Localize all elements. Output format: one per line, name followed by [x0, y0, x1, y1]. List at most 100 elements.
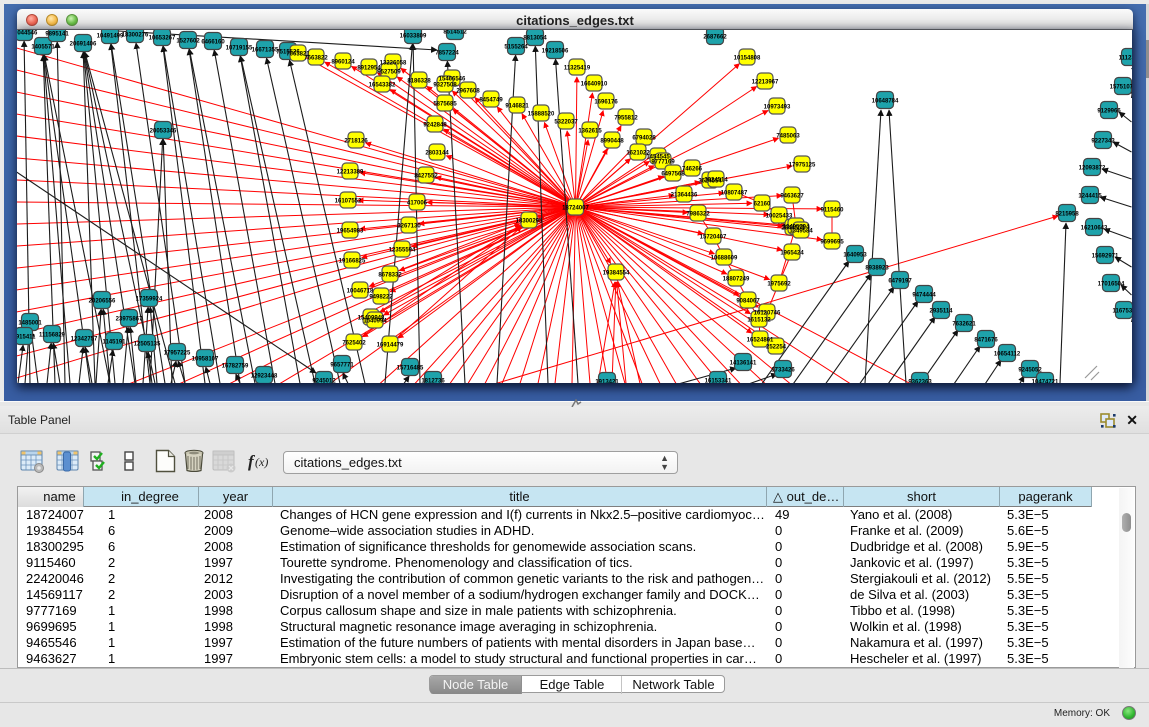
- svg-text:12213967: 12213967: [752, 80, 779, 86]
- svg-text:10719155: 10719155: [226, 46, 253, 52]
- svg-text:2687662: 2687662: [703, 35, 727, 41]
- svg-text:9084067: 9084067: [736, 299, 760, 305]
- svg-text:10474721: 10474721: [1032, 380, 1059, 384]
- svg-text:9245052: 9245052: [1018, 368, 1042, 374]
- svg-text:2803144: 2803144: [425, 151, 449, 157]
- svg-text:16153341: 16153341: [705, 379, 732, 384]
- svg-text:16120746: 16120746: [754, 311, 781, 317]
- svg-text:17016504: 17016504: [1098, 282, 1125, 288]
- svg-text:8215958: 8215958: [1055, 212, 1079, 218]
- svg-text:9115460: 9115460: [820, 208, 844, 214]
- svg-text:9227343: 9227343: [1091, 139, 1115, 145]
- svg-text:9327508: 9327508: [433, 83, 457, 89]
- svg-text:10688609: 10688609: [711, 256, 738, 262]
- svg-text:8454749: 8454749: [479, 98, 503, 104]
- svg-text:10807487: 10807487: [721, 191, 748, 197]
- svg-text:9474444: 9474444: [912, 293, 936, 299]
- svg-text:3915411: 3915411: [17, 335, 36, 341]
- svg-text:18807249: 18807249: [723, 277, 750, 283]
- svg-text:1640953: 1640953: [843, 253, 867, 259]
- svg-text:16210643: 16210643: [1081, 226, 1108, 232]
- svg-text:16044546: 16044546: [17, 31, 38, 37]
- svg-text:16914479: 16914479: [377, 343, 404, 349]
- svg-text:7955812: 7955812: [614, 116, 638, 122]
- svg-text:9498222: 9498222: [369, 295, 393, 301]
- svg-text:13226058: 13226058: [380, 61, 407, 67]
- svg-text:10025433: 10025433: [766, 214, 793, 220]
- svg-text:1812736: 1812736: [421, 379, 445, 384]
- svg-text:6466160: 6466160: [201, 40, 225, 46]
- svg-text:18300276: 18300276: [122, 33, 149, 39]
- svg-text:8186328: 8186328: [407, 79, 431, 85]
- svg-text:20053346: 20053346: [150, 129, 177, 135]
- svg-text:17975125: 17975125: [789, 163, 816, 169]
- svg-text:11325419: 11325419: [564, 66, 591, 72]
- svg-text:21364436: 21364436: [671, 193, 698, 199]
- svg-text:1485001: 1485001: [18, 321, 42, 327]
- svg-text:7663822: 7663822: [304, 56, 328, 62]
- svg-text:8813054: 8813054: [523, 36, 547, 42]
- svg-text:1733426: 1733426: [771, 368, 795, 374]
- svg-text:18300295: 18300295: [516, 219, 543, 225]
- svg-text:16033809: 16033809: [400, 34, 427, 40]
- svg-text:10648784: 10648784: [872, 99, 899, 105]
- svg-text:2718126: 2718126: [344, 139, 368, 145]
- svg-text:1696176: 1696176: [594, 100, 618, 106]
- svg-text:15716485: 15716485: [397, 366, 424, 372]
- svg-text:7625402: 7625402: [342, 341, 366, 347]
- svg-text:2935114: 2935114: [929, 309, 953, 315]
- svg-text:16543382: 16543382: [369, 83, 396, 89]
- svg-text:3267130: 3267130: [397, 224, 421, 230]
- svg-text:1965424: 1965424: [780, 251, 804, 257]
- svg-text:1405571: 1405571: [31, 45, 55, 51]
- svg-text:20691406: 20691406: [70, 42, 97, 48]
- svg-text:8471676: 8471676: [974, 338, 998, 344]
- svg-text:23975867: 23975867: [116, 317, 143, 323]
- svg-text:417006: 417006: [407, 201, 428, 207]
- svg-text:17957225: 17957225: [164, 351, 191, 357]
- svg-text:9242848: 9242848: [423, 123, 447, 129]
- svg-text:20206556: 20206556: [89, 299, 116, 305]
- svg-text:11156829: 11156829: [39, 333, 66, 339]
- svg-text:9527509: 9527509: [377, 70, 401, 76]
- svg-text:1167534: 1167534: [1112, 309, 1132, 315]
- svg-text:8427552: 8427552: [414, 174, 438, 180]
- svg-text:19218506: 19218506: [542, 49, 569, 55]
- svg-text:10154808: 10154808: [734, 56, 761, 62]
- svg-text:3624514: 3624514: [704, 178, 728, 184]
- svg-text:9463627: 9463627: [780, 194, 804, 200]
- svg-text:8938923: 8938923: [865, 266, 889, 272]
- svg-text:1615132: 1615132: [747, 318, 771, 324]
- svg-text:19384554: 19384554: [603, 271, 630, 277]
- svg-text:7485063: 7485063: [776, 134, 800, 140]
- svg-text:12342757: 12342757: [71, 337, 98, 343]
- svg-text:15888520: 15888520: [528, 112, 555, 118]
- svg-text:8514512: 8514512: [443, 30, 467, 36]
- svg-text:5322037: 5322037: [554, 120, 578, 126]
- svg-text:19166825: 19166825: [339, 259, 366, 265]
- svg-text:12093872: 12093872: [1079, 166, 1106, 172]
- svg-text:10653267: 10653267: [149, 36, 176, 42]
- svg-text:1145191: 1145191: [102, 340, 126, 346]
- svg-text:17359924: 17359924: [136, 297, 163, 303]
- svg-text:9699695: 9699695: [820, 240, 844, 246]
- svg-text:252254: 252254: [766, 345, 787, 351]
- svg-text:12213389: 12213389: [337, 170, 364, 176]
- svg-text:15692971: 15692971: [1092, 254, 1119, 260]
- svg-text:14136141: 14136141: [730, 361, 757, 367]
- svg-text:15720407: 15720407: [700, 235, 727, 241]
- svg-text:10654112: 10654112: [994, 352, 1021, 358]
- svg-text:9657771: 9657771: [330, 363, 354, 369]
- svg-text:9245012: 9245012: [312, 379, 336, 384]
- svg-text:16524861: 16524861: [747, 338, 774, 344]
- svg-text:15751074: 15751074: [1110, 85, 1132, 91]
- svg-text:7632621: 7632621: [952, 322, 976, 328]
- svg-text:8990448: 8990448: [600, 139, 624, 145]
- svg-text:9129966: 9129966: [1097, 109, 1121, 115]
- svg-text:5875685: 5875685: [433, 102, 457, 108]
- svg-text:12355594: 12355594: [389, 248, 416, 254]
- svg-text:6479197: 6479197: [888, 279, 912, 285]
- svg-text:1112394: 1112394: [1119, 56, 1132, 62]
- svg-text:8678332: 8678332: [378, 273, 402, 279]
- svg-text:6497568: 6497568: [661, 172, 685, 178]
